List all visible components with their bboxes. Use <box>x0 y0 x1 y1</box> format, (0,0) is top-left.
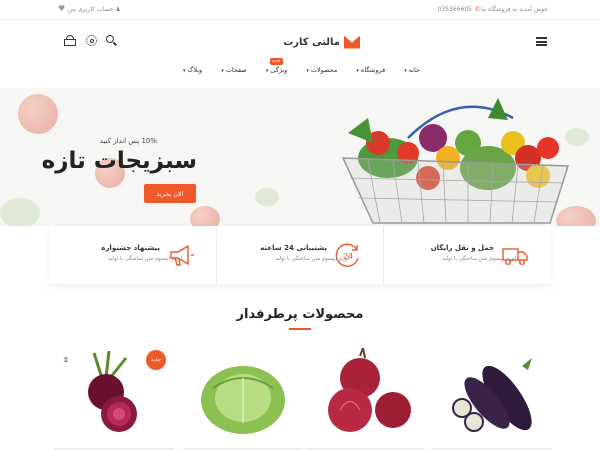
site-logo[interactable]: مالتی کارت <box>280 34 360 50</box>
nav-label: صفحات <box>225 66 247 74</box>
logo-text: مالتی کارت <box>283 36 340 48</box>
chevron-down-icon: ▾ <box>221 68 224 74</box>
nav-label: خانه <box>408 66 420 74</box>
nav-item-features[interactable]: جدید ویژگی▾ <box>265 58 288 80</box>
nav-item-blog[interactable]: وبلاگ▾ <box>183 66 202 80</box>
chevron-down-icon: ▾ <box>356 68 359 74</box>
chevron-down-icon: ▾ <box>265 68 269 74</box>
hero-subtitle: 10% پس انداز کنید <box>99 137 157 145</box>
product-card-cabbage[interactable] <box>183 348 303 450</box>
nav-label: وبلاگ <box>187 66 203 74</box>
nav-item-shop[interactable]: فروشگاه▾ <box>356 66 385 80</box>
product-card-onion[interactable] <box>305 344 425 450</box>
feature-description: لورم ایپسوم متن ساختگی با تولید <box>275 256 349 262</box>
account-link[interactable]: ♟ حساب کاربری من <box>68 6 121 13</box>
decorative-leaf <box>0 198 40 226</box>
decorative-tomato <box>18 94 58 134</box>
user-icon: ♟ <box>113 6 121 13</box>
gear-icon[interactable] <box>86 35 98 47</box>
hourglass-icon: ⧗ <box>63 355 69 364</box>
welcome-text: خوش آمدید به فروشگاه ما <box>481 6 548 13</box>
title-underline <box>289 328 311 330</box>
feature-support-24h: 24 پشتیبانی 24 ساعته لورم ایپسوم متن ساخ… <box>216 226 383 284</box>
chevron-down-icon: ▾ <box>183 68 186 74</box>
nav-item-home[interactable]: خانه▾ <box>404 66 420 80</box>
phone-value: 035366605 <box>437 6 472 13</box>
wishlist-heart-icon[interactable]: ♥ <box>58 4 65 13</box>
feature-description: لورم ایپسوم متن ساختگی با تولید <box>442 256 516 262</box>
product-image-onion <box>328 344 411 432</box>
chevron-down-icon: ▾ <box>404 68 407 74</box>
phone-icon: ✆ <box>474 6 480 13</box>
new-badge: جدید <box>146 350 166 370</box>
decorative-tomato <box>190 206 220 226</box>
basket-icon[interactable] <box>64 35 76 47</box>
nav-label: فروشگاه <box>360 66 386 74</box>
vegetable-basket-image <box>341 98 570 224</box>
megaphone-icon <box>170 244 194 266</box>
feature-festival-offer: پیشنهاد جشنواره لورم ایپسوم متن ساختگی ب… <box>50 226 216 284</box>
top-bar: خوش آمدید به فروشگاه ما ✆035366605 ♟ حسا… <box>0 0 600 20</box>
features-strip: حمل و نقل رایگان لورم ایپسوم متن ساختگی … <box>50 226 550 284</box>
section-title: محصولات پرطرفدار <box>236 307 364 322</box>
nav-item-pages[interactable]: صفحات▾ <box>221 66 247 80</box>
shop-now-button[interactable]: الان بخرید <box>144 184 196 203</box>
menu-icon[interactable] <box>536 37 547 46</box>
chevron-down-icon: ▾ <box>306 68 309 74</box>
feature-title: پیشنهاد جشنواره <box>101 244 160 252</box>
nav-item-products[interactable]: محصولات▾ <box>306 66 337 80</box>
decorative-leaf <box>255 188 279 206</box>
logo-mark-icon <box>344 35 360 49</box>
feature-title: حمل و نقل رایگان <box>430 244 494 252</box>
feature-title: پشتیبانی 24 ساعته <box>260 244 327 252</box>
phone-number[interactable]: ✆035366605 <box>438 6 480 13</box>
product-image-eggplant <box>452 358 532 432</box>
nav-label: ویژگی <box>270 66 288 74</box>
support-24-icon: 24 <box>335 243 359 267</box>
feature-free-shipping: حمل و نقل رایگان لورم ایپسوم متن ساختگی … <box>383 226 550 284</box>
account-label: حساب کاربری من <box>68 6 114 13</box>
main-nav: خانه▾ فروشگاه▾ محصولات▾ جدید ویژگی▾ صفحات… <box>183 58 420 80</box>
hero-title: سبزیجات تازه <box>41 148 197 174</box>
product-image-cabbage <box>201 366 285 434</box>
truck-icon <box>502 248 528 266</box>
product-card-eggplant[interactable] <box>432 348 552 450</box>
feature-description: لورم ایپسوم متن ساختگی با تولید <box>108 256 182 262</box>
new-badge: جدید <box>269 58 283 65</box>
nav-label: محصولات <box>310 66 338 74</box>
search-icon[interactable] <box>106 35 118 47</box>
